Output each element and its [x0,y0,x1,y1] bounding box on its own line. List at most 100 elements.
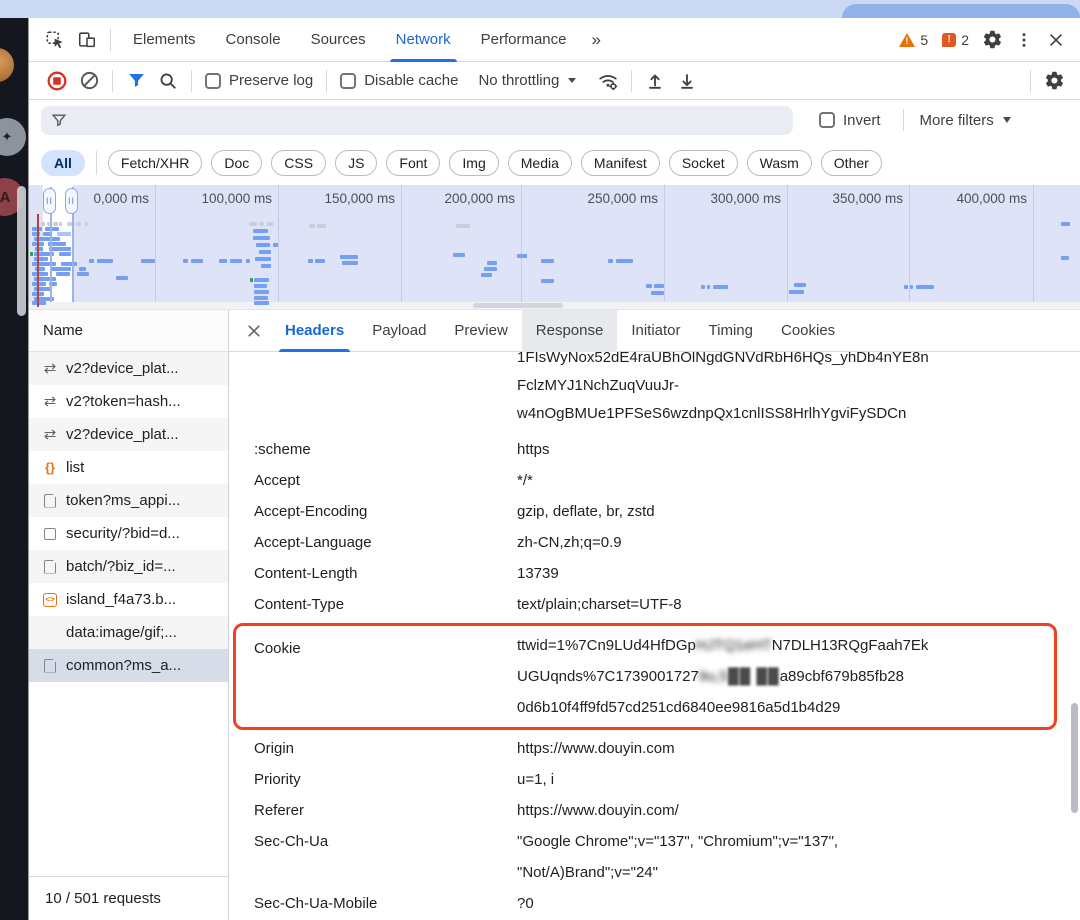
more-panels-button[interactable]: » [582,30,611,50]
header-value[interactable]: gzip, deflate, br, zstd [517,496,1062,527]
settings-gear-icon[interactable] [976,25,1008,55]
waterfall-bar [249,222,257,226]
value-line: UGUqnds%7C17390017279u,5██ ██a89cbf679b8… [517,661,1054,692]
header-value[interactable]: https://www.douyin.com/ [517,795,1062,826]
requests-pane: Name ⇄v2?device_plat...⇄v2?token=hash...… [29,310,229,920]
waterfall-bar [57,232,71,236]
waterfall-bar [340,255,358,259]
filter-chip-doc[interactable]: Doc [211,150,262,176]
request-row[interactable]: {}list [29,451,228,484]
censored-text: ██ ██ [728,668,780,685]
tab-performance[interactable]: Performance [466,18,582,62]
header-value[interactable]: ?0 [517,888,1062,919]
detail-tabs: HeadersPayloadPreviewResponseInitiatorTi… [271,310,849,352]
sparkle-avatar[interactable]: ✦ [0,118,26,156]
toolbar-separator [903,109,904,131]
invert-checkbox[interactable] [819,112,835,128]
header-value[interactable]: https://www.douyin.com [517,733,1062,764]
selection-handle[interactable]: II [65,188,78,214]
more-filters-button[interactable]: More filters [920,112,1011,129]
value-line: u=1, i [517,769,1062,790]
request-row[interactable]: ⇄v2?device_plat... [29,418,228,451]
timeline-gridline [278,185,279,302]
detail-tab-cookies[interactable]: Cookies [767,310,849,352]
tab-network[interactable]: Network [381,18,466,62]
detail-tab-headers[interactable]: Headers [271,310,358,352]
filter-chip-fetch-xhr[interactable]: Fetch/XHR [108,150,202,176]
request-row[interactable]: common?ms_a... [29,649,228,682]
close-detail-icon[interactable] [237,310,271,352]
waterfall-bar [256,243,270,247]
filter-chip-all[interactable]: All [41,150,85,176]
filter-chip-img[interactable]: Img [449,150,498,176]
network-settings-gear-icon[interactable] [1038,66,1070,96]
detail-scrollbar[interactable] [1071,703,1078,813]
request-row[interactable]: data:image/gif;... [29,616,228,649]
value-text: https [517,441,550,458]
filter-chip-font[interactable]: Font [386,150,440,176]
detail-tab-preview[interactable]: Preview [440,310,521,352]
request-row[interactable]: security/?bid=d... [29,517,228,550]
request-row[interactable]: ⇄v2?token=hash... [29,385,228,418]
header-value[interactable]: https [517,434,1062,465]
filter-chip-other[interactable]: Other [821,150,882,176]
websocket-icon: ⇄ [44,394,57,409]
tab-elements[interactable]: Elements [118,18,211,62]
filter-input[interactable] [75,112,783,128]
filter-chip-css[interactable]: CSS [271,150,326,176]
tab-sources[interactable]: Sources [296,18,381,62]
import-har-icon[interactable] [639,66,671,96]
filter-field[interactable] [41,106,793,135]
close-devtools-icon[interactable] [1040,25,1072,55]
filter-chip-manifest[interactable]: Manifest [581,150,660,176]
detail-tab-payload[interactable]: Payload [358,310,440,352]
issues-badge[interactable]: ! 2 [942,32,969,48]
timeline-hscrollbar[interactable] [29,302,1080,309]
export-har-icon[interactable] [671,66,703,96]
filter-chip-wasm[interactable]: Wasm [747,150,812,176]
value-text: UGUqnds%7C1739001727 [517,668,699,685]
value-line: 13739 [517,563,1062,584]
detail-tab-response[interactable]: Response [522,310,618,352]
clear-network-log-icon[interactable] [73,66,105,96]
throttling-select[interactable]: No throttling [478,72,576,89]
name-column-header[interactable]: Name [29,310,228,352]
request-row[interactable]: batch/?biz_id=... [29,550,228,583]
waterfall-bar [254,284,267,288]
header-value[interactable]: 13739 [517,558,1062,589]
network-overview-timeline[interactable]: 0,000 ms100,000 ms150,000 ms200,000 ms25… [29,185,1080,310]
timeline-hscroll-thumb[interactable] [473,303,563,308]
header-value[interactable]: "Google Chrome";v="137", "Chromium";v="1… [517,826,1062,888]
device-toolbar-icon[interactable] [71,25,103,55]
request-row[interactable]: ⇄v2?device_plat... [29,352,228,385]
kebab-menu-icon[interactable] [1008,25,1040,55]
selection-handle[interactable]: II [43,188,56,214]
network-conditions-icon[interactable] [592,66,624,96]
doc-request-icon [42,659,58,673]
detail-tab-initiator[interactable]: Initiator [617,310,694,352]
inspect-element-icon[interactable] [39,25,71,55]
preserve-log-checkbox[interactable] [205,73,221,89]
disable-cache-checkbox[interactable] [340,73,356,89]
sidebar-scrollbar[interactable] [17,186,26,316]
header-value[interactable]: u=1, i [517,764,1062,795]
header-value[interactable]: ttwid=1%7Cn9LUd4HfDGpHJTQ1eHTN7DLH13RQgF… [517,630,1054,723]
header-value[interactable]: */* [517,465,1062,496]
request-row[interactable]: token?ms_appi... [29,484,228,517]
filter-chip-js[interactable]: JS [335,150,377,176]
record-network-log-icon[interactable] [41,66,73,96]
avatar[interactable] [0,48,14,82]
header-key: Accept-Encoding [254,496,517,527]
filter-chip-media[interactable]: Media [508,150,572,176]
request-row[interactable]: <>island_f4a73.b... [29,583,228,616]
tab-console[interactable]: Console [211,18,296,62]
header-value[interactable]: text/plain;charset=UTF-8 [517,589,1062,620]
detail-tab-timing[interactable]: Timing [695,310,767,352]
header-value[interactable]: zh-CN,zh;q=0.9 [517,527,1062,558]
filter-icon[interactable] [120,66,152,96]
search-icon[interactable] [152,66,184,96]
filter-chip-socket[interactable]: Socket [669,150,738,176]
warnings-badge[interactable]: ! 5 [899,32,928,48]
value-text: a89cbf679b85fb28 [780,668,904,685]
ws-request-icon: ⇄ [42,361,58,376]
